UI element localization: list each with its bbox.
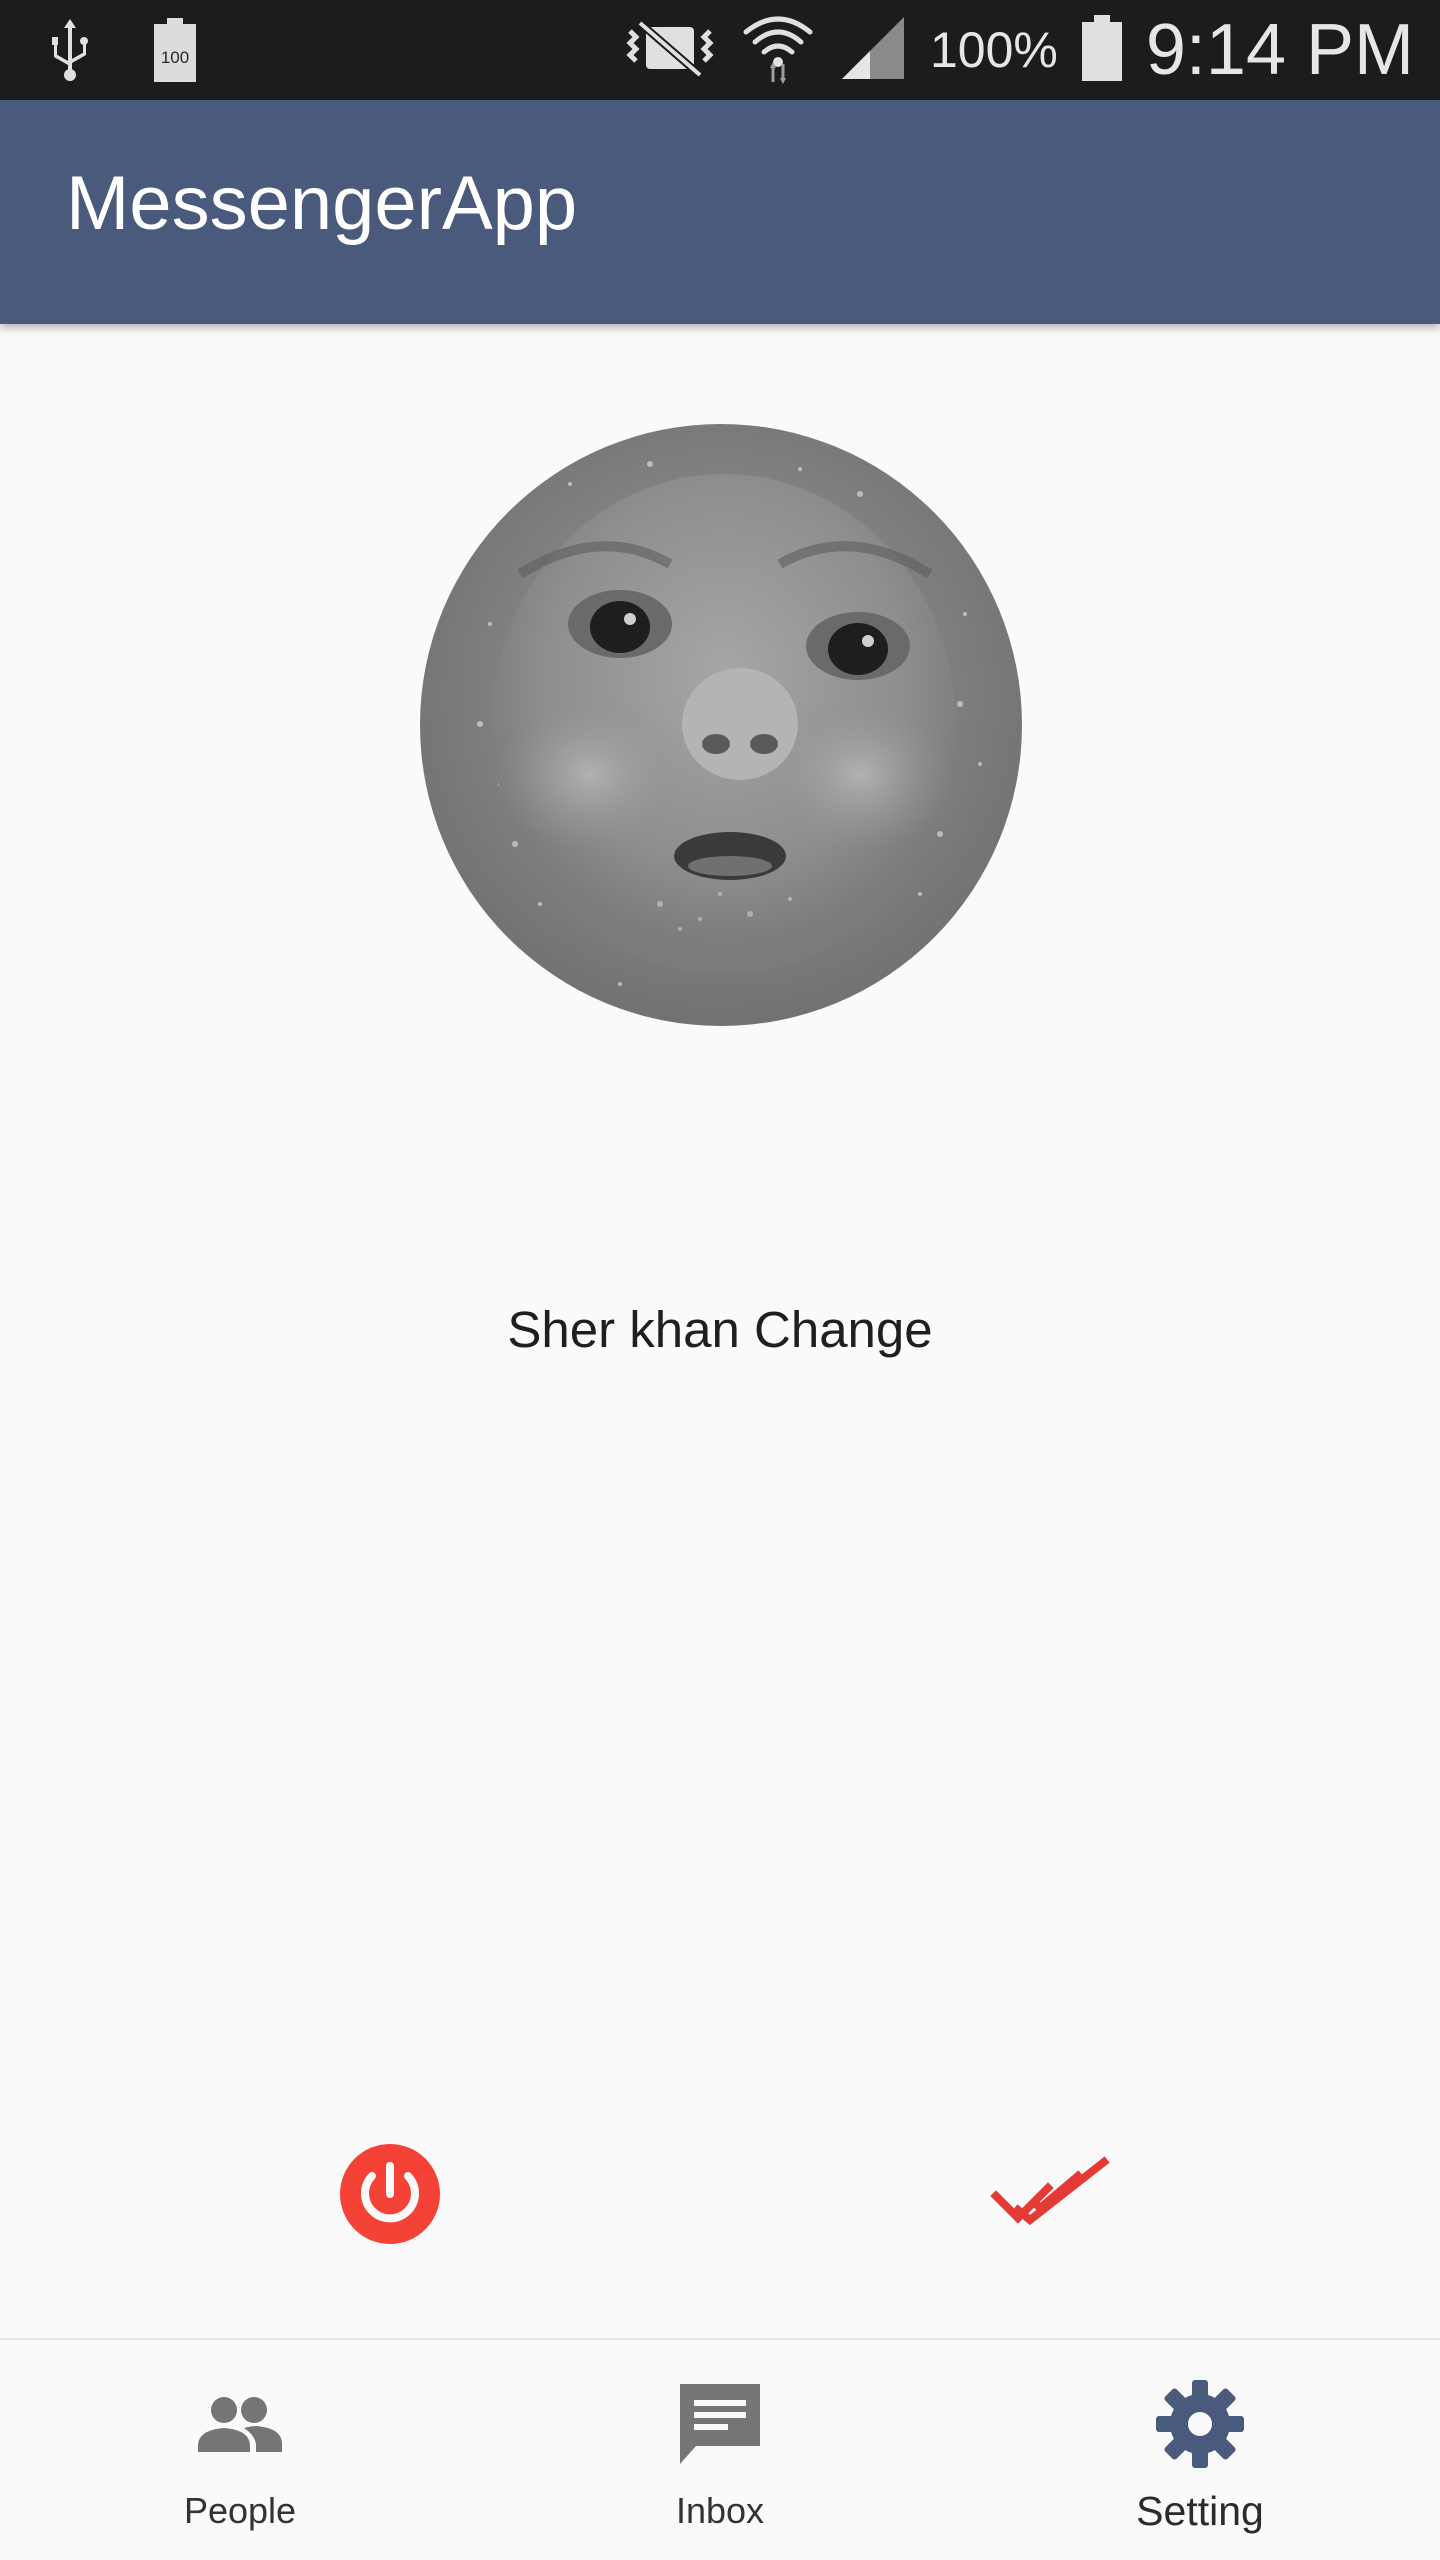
nav-item-people[interactable]: People (0, 2340, 480, 2560)
status-bar-right: 100% 9:14 PM (622, 0, 1414, 100)
battery-full-icon: 100 (152, 18, 198, 89)
people-icon (198, 2397, 282, 2452)
status-clock: 9:14 PM (1145, 10, 1414, 90)
wifi-icon (740, 10, 816, 91)
nav-item-inbox[interactable]: Inbox (480, 2340, 960, 2560)
usb-icon (48, 19, 92, 88)
vibrate-mute-icon (622, 13, 718, 88)
profile-name[interactable]: Sher khan Change (0, 1300, 1440, 1359)
battery-icon (1080, 13, 1124, 88)
svg-text:100: 100 (161, 48, 189, 67)
power-icon (340, 2144, 440, 2244)
nav-label-setting: Setting (1136, 2488, 1264, 2534)
gear-icon (1156, 2380, 1244, 2468)
status-bar-left: 100 (48, 18, 198, 89)
cellular-signal-icon (838, 13, 908, 88)
battery-percent: 100% (929, 22, 1058, 78)
double-check-icon (990, 2156, 1110, 2226)
app-title: MessengerApp (66, 161, 578, 246)
status-bar: 100 100% 9:14 PM (0, 0, 1440, 100)
power-button[interactable] (338, 2142, 442, 2246)
profile-avatar[interactable] (420, 424, 1022, 1026)
app-bar: MessengerApp (0, 100, 1440, 324)
nav-item-setting[interactable]: Setting (960, 2340, 1440, 2560)
screen: 100 100% 9:14 PM MessengerApp Sher khan … (0, 0, 1440, 2560)
nav-label-inbox: Inbox (675, 2490, 765, 2531)
bottom-navigation: People Inbox Setting (0, 2338, 1440, 2560)
chat-icon (680, 2384, 760, 2464)
mark-all-read-button[interactable] (988, 2150, 1112, 2240)
nav-label-people: People (183, 2490, 297, 2531)
